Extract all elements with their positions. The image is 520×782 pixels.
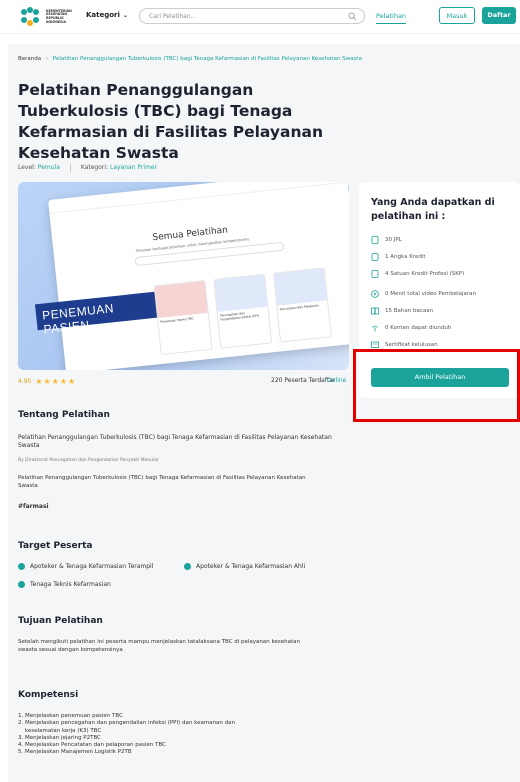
target-item: Apoteker & Tenaga Kefarmasian Ahli bbox=[184, 563, 305, 570]
kategori-label: Kategori bbox=[86, 11, 120, 19]
hero-screen-header bbox=[48, 182, 348, 214]
hero-card: Pencegahan dan Pengendalian Infeksi (PPI… bbox=[213, 273, 273, 349]
benefit-text: 0 Konten dapat diunduh bbox=[385, 325, 452, 331]
benefit-text: 4 Satuan Kredit Profesi (SKP) bbox=[385, 271, 465, 277]
chevron-down-icon: ⌄ bbox=[122, 11, 128, 19]
target-text: Apoteker & Tenaga Kefarmasian Ahli bbox=[196, 563, 306, 570]
target-item: Apoteker & Tenaga Kefarmasian Terampil bbox=[18, 563, 153, 570]
logo-text: KEMENTERIAN KESEHATAN REPUBLIK INDONESIA bbox=[46, 8, 72, 24]
hero-card-image bbox=[214, 274, 268, 312]
hero-card-image bbox=[154, 281, 208, 319]
benefit-item: 30 JPL bbox=[371, 236, 402, 244]
hero-card: Penemuan Pasien TBC bbox=[153, 280, 213, 356]
check-icon bbox=[184, 563, 191, 570]
kemenkes-logo[interactable]: KEMENTERIAN KESEHATAN REPUBLIK INDONESIA bbox=[18, 6, 76, 28]
kategori-meta-label: Kategori: bbox=[80, 164, 109, 171]
kompetensi-item: keselamatan kerja (K3) TBC bbox=[25, 727, 102, 734]
rating-value: 4.95 bbox=[18, 378, 32, 385]
kompetensi-item: 1. Menjelaskan penemuan pasien TBC bbox=[18, 713, 123, 719]
course-hero-image: Semua Pelatihan Temukan berbagai pelatih… bbox=[18, 182, 349, 370]
star-rating-icon: ★★★★★ bbox=[35, 377, 77, 386]
kompetensi-item: 3. Menjelaskan jejaring P2TBC bbox=[18, 734, 101, 741]
tujuan-text: Setelah mengikuti pelatihan ini peserta … bbox=[18, 639, 300, 653]
tentang-author: By Direktorat Pencegahan dan Pengendalia… bbox=[18, 458, 159, 463]
search-placeholder: Cari Pelatihan... bbox=[149, 13, 197, 20]
kompetensi-list: 1. Menjelaskan penemuan pasien TBC 2. Me… bbox=[18, 713, 235, 757]
tentang-title: Pelatihan Penanggulangan Tuberkulosis (T… bbox=[18, 434, 332, 449]
benefit-text: 0 Menit total video Pembelajaran bbox=[385, 291, 477, 297]
masuk-button[interactable]: Masuk bbox=[439, 7, 475, 24]
benefit-item: 1 Angka Kredit bbox=[371, 253, 426, 261]
tujuan-heading: Tujuan Pelatihan bbox=[18, 616, 103, 626]
kompetensi-heading: Kompetensi bbox=[18, 690, 79, 700]
benefit-text: 1 Angka Kredit bbox=[385, 254, 426, 260]
certificate-icon bbox=[371, 341, 379, 348]
course-meta: Level: Pemula Kategori: Layanan Primer bbox=[18, 164, 157, 172]
tentang-description: Pelatihan Penanggulangan Tuberkulosis (T… bbox=[18, 475, 306, 489]
benefits-heading: Yang Anda dapatkan di pelatihan ini : bbox=[371, 197, 495, 222]
kategori-dropdown[interactable]: Kategori ⌄ bbox=[86, 11, 128, 19]
benefit-text: 15 Bahan bacaan bbox=[385, 308, 434, 314]
hero-card-image bbox=[273, 268, 328, 306]
download-icon bbox=[372, 325, 378, 332]
page-title: Pelatihan Penanggulangan Tuberkulosis (T… bbox=[18, 81, 323, 162]
benefit-item: 0 Konten dapat diunduh bbox=[371, 324, 451, 332]
kompetensi-item: 5. Menjelaskan Manajemen Logistik P2TB bbox=[18, 749, 132, 756]
benefit-item: 15 Bahan bacaan bbox=[371, 307, 433, 315]
logo-icon bbox=[21, 7, 39, 26]
document-icon bbox=[371, 236, 379, 244]
play-icon bbox=[371, 290, 379, 298]
book-icon bbox=[371, 307, 379, 315]
hero-card: Pencatatan dan Pelaporan bbox=[272, 267, 332, 343]
check-icon bbox=[18, 563, 25, 570]
meta-divider bbox=[69, 164, 71, 172]
peserta-count: 220 Peserta Terdaftar bbox=[271, 377, 336, 384]
check-icon bbox=[18, 581, 25, 588]
kompetensi-item: 4. Menjelaskan Pencatatan dan pelaporan … bbox=[18, 742, 166, 749]
benefit-item: Sertifikat kelulusan bbox=[371, 341, 438, 349]
hero-screen-mockup: Semua Pelatihan Temukan berbagai pelatih… bbox=[48, 182, 349, 370]
kompetensi-item: 2. Menjelaskan pencegahan dan pengendali… bbox=[18, 720, 236, 727]
document-icon bbox=[371, 253, 379, 261]
document-icon bbox=[371, 270, 379, 278]
top-navbar: KEMENTERIAN KESEHATAN REPUBLIK INDONESIA… bbox=[0, 0, 520, 34]
tag-farmasi[interactable]: #farmasi bbox=[18, 503, 49, 511]
daftar-button[interactable]: Daftar bbox=[482, 7, 516, 24]
target-item: Tenaga Teknis Kefarmasian bbox=[18, 581, 111, 588]
benefit-text: Sertifikat kelulusan bbox=[385, 342, 438, 348]
level-meta: Level: Pemula bbox=[18, 164, 60, 172]
breadcrumb-home[interactable]: Beranda bbox=[18, 56, 41, 62]
target-text: Tenaga Teknis Kefarmasian bbox=[30, 581, 111, 588]
benefit-item: 4 Satuan Kredit Profesi (SKP) bbox=[371, 270, 464, 278]
benefit-text: 30 JPL bbox=[385, 237, 402, 243]
target-text: Apoteker & Tenaga Kefarmasian Terampil bbox=[30, 563, 154, 570]
mode-badge: Online bbox=[327, 377, 347, 384]
search-icon bbox=[348, 12, 357, 21]
rating: 4.95 ★★★★★ bbox=[18, 377, 76, 386]
level-label: Level: bbox=[18, 164, 36, 171]
tentang-heading: Tentang Pelatihan bbox=[18, 410, 110, 420]
kategori-meta: Kategori: Layanan Primer bbox=[81, 164, 157, 172]
kategori-meta-value: Layanan Primer bbox=[109, 164, 158, 171]
target-heading: Target Peserta bbox=[18, 541, 93, 551]
level-value: Pemula bbox=[37, 164, 60, 171]
highlight-box bbox=[353, 349, 520, 422]
breadcrumb: Beranda › Pelatihan Penanggulangan Tuber… bbox=[18, 56, 362, 62]
breadcrumb-separator: › bbox=[45, 56, 49, 62]
search-input[interactable]: Cari Pelatihan... bbox=[139, 8, 365, 24]
nav-pelatihan-link[interactable]: Pelatihan bbox=[376, 12, 407, 24]
benefit-item: 0 Menit total video Pembelajaran bbox=[371, 290, 476, 298]
breadcrumb-current[interactable]: Pelatihan Penanggulangan Tuberkulosis (T… bbox=[53, 56, 362, 62]
